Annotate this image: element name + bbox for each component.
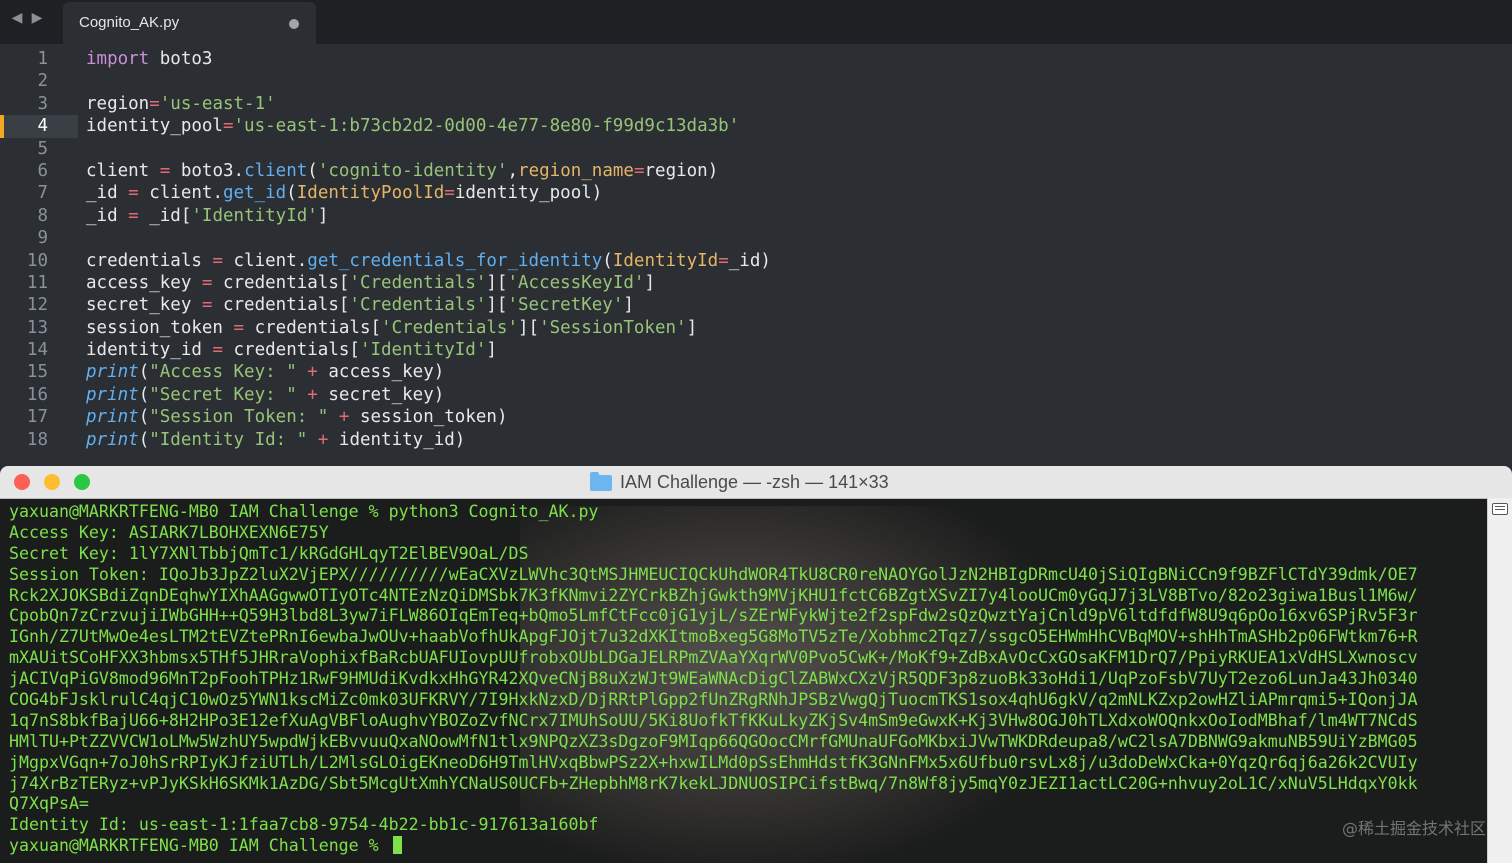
tab-title: Cognito_AK.py xyxy=(79,14,180,31)
terminal-line: mXAUitSCoHFXX3hbmsx5THf5JHRraVophixfBaRc… xyxy=(9,648,1418,668)
line-source[interactable]: print("Secret Key: " + secret_key) xyxy=(86,384,444,406)
terminal-line: 1q7nS8bkfBajU66+8H2HPo3E12efXuAgVBFloAug… xyxy=(9,710,1418,730)
terminal-title-text: IAM Challenge — -zsh — 141×33 xyxy=(620,472,889,492)
code-line[interactable]: 14 identity_id = credentials['IdentityId'… xyxy=(0,339,1512,361)
line-source[interactable]: print("Access Key: " + access_key) xyxy=(86,361,444,383)
terminal-line: Session Token: IQoJb3JpZ2luX2VjEPX//////… xyxy=(9,564,1418,584)
maximize-window-icon[interactable] xyxy=(74,474,90,490)
prompt-text: yaxuan@MARKRTFENG-MB0 IAM Challenge % xyxy=(9,836,389,856)
code-line[interactable]: 1 import boto3 xyxy=(0,48,1512,70)
terminal-line: yaxuan@MARKRTFENG-MB0 IAM Challenge % py… xyxy=(9,502,599,521)
terminal-output[interactable]: yaxuan@MARKRTFENG-MB0 IAM Challenge % py… xyxy=(9,502,1484,857)
line-number: 5 xyxy=(37,138,48,159)
tab-cognito-ak[interactable]: Cognito_AK.py xyxy=(63,2,316,44)
line-source[interactable]: identity_id = credentials['IdentityId'] xyxy=(86,339,497,361)
code-line[interactable]: 11 access_key = credentials['Credentials'… xyxy=(0,272,1512,294)
line-number: 4 xyxy=(37,116,48,137)
line-number: 3 xyxy=(37,93,48,114)
cursor xyxy=(392,836,402,855)
line-source[interactable]: access_key = credentials['Credentials'][… xyxy=(86,272,655,294)
terminal-prompt[interactable]: yaxuan@MARKRTFENG-MB0 IAM Challenge % xyxy=(9,836,1484,857)
code-line[interactable]: 4 identity_pool='us-east-1:b73cb2d2-0d00-… xyxy=(0,115,1512,138)
code-line[interactable]: 2 xyxy=(0,70,1512,92)
code-line[interactable]: 10 credentials = client.get_credentials_f… xyxy=(0,250,1512,272)
code-line[interactable]: 16 print("Secret Key: " + secret_key) xyxy=(0,384,1512,406)
nav-back-icon[interactable]: ◀ xyxy=(10,10,24,26)
line-number: 8 xyxy=(37,205,48,226)
terminal-window[interactable]: IAM Challenge — -zsh — 141×33 yaxuan@MAR… xyxy=(0,466,1512,863)
terminal-line: IGnh/Z7UtMwOe4esLTM2tEVZtePRnI6ewbaJwOUv… xyxy=(9,627,1418,647)
line-number: 18 xyxy=(26,429,48,450)
line-number: 13 xyxy=(26,317,48,338)
line-number: 11 xyxy=(26,272,48,293)
code-line[interactable]: 8 _id = _id['IdentityId'] xyxy=(0,205,1512,227)
code-line[interactable]: 18 print("Identity Id: " + identity_id) xyxy=(0,429,1512,451)
terminal-line: HMlTU+PtZZVVCW1oLMw5WzhUY5wpdWjkEBvvuuQx… xyxy=(9,731,1418,751)
code-line[interactable]: 12 secret_key = credentials['Credentials'… xyxy=(0,294,1512,316)
code-line[interactable]: 7 _id = client.get_id(IdentityPoolId=iden… xyxy=(0,182,1512,204)
line-source[interactable]: region='us-east-1' xyxy=(86,93,276,115)
code-line[interactable]: 13 session_token = credentials['Credentia… xyxy=(0,317,1512,339)
line-number: 10 xyxy=(26,250,48,271)
line-number: 17 xyxy=(26,407,48,428)
terminal-line: COG4bFJsklrulC4qjC10wOz5YWN1kscMiZc0mk03… xyxy=(9,690,1418,710)
line-number: 6 xyxy=(37,160,48,181)
line-source[interactable]: _id = client.get_id(IdentityPoolId=ident… xyxy=(86,182,602,204)
line-number: 7 xyxy=(37,183,48,204)
line-source[interactable]: print("Identity Id: " + identity_id) xyxy=(86,429,465,451)
watermark: @稀土掘金技术社区 xyxy=(1341,819,1486,838)
line-number: 1 xyxy=(37,49,48,69)
unsaved-indicator-icon[interactable] xyxy=(289,19,299,29)
line-number: 15 xyxy=(26,362,48,383)
line-source[interactable]: import boto3 xyxy=(86,48,212,70)
line-source[interactable]: _id = _id['IdentityId'] xyxy=(86,205,328,227)
terminal-line: jMgpxVGqn+7oJ0hSrRPIyKJfziUTLh/L2MlsGLOi… xyxy=(9,752,1418,772)
close-window-icon[interactable] xyxy=(14,474,30,490)
terminal-line: Rck2XJOKSBdiZqnDEqhwYIXhAAGgwwOTIyOTc4NT… xyxy=(9,585,1418,605)
line-source[interactable]: print("Session Token: " + session_token) xyxy=(86,406,508,428)
code-line[interactable]: 5 xyxy=(0,138,1512,160)
line-number: 14 xyxy=(26,340,48,361)
terminal-line: Access Key: ASIARK7LBOHXEXN6E75Y xyxy=(9,522,329,542)
scrollback-marker-icon[interactable] xyxy=(1492,503,1508,515)
tab-bar: ◀ ▶ Cognito_AK.py xyxy=(0,0,1512,44)
terminal-title: IAM Challenge — -zsh — 141×33 xyxy=(590,471,889,493)
line-source[interactable]: client = boto3.client('cognito-identity'… xyxy=(86,160,718,182)
minimize-window-icon[interactable] xyxy=(44,474,60,490)
code-area[interactable]: 1 import boto3 2 3 region='us-east-1' 4 identi… xyxy=(0,48,1512,451)
terminal-titlebar[interactable]: IAM Challenge — -zsh — 141×33 xyxy=(0,466,1512,499)
terminal-line: jACIVqPiGV8mod96MnT2pFoohTPHz1RwF9HMUdiK… xyxy=(9,669,1418,689)
folder-icon xyxy=(590,471,612,491)
line-number: 16 xyxy=(26,384,48,405)
terminal-scrollbar[interactable] xyxy=(1487,498,1512,863)
code-line[interactable]: 17 print("Session Token: " + session_toke… xyxy=(0,406,1512,428)
line-number: 12 xyxy=(26,295,48,316)
code-line[interactable]: 3 region='us-east-1' xyxy=(0,93,1512,115)
terminal-line: Q7XqPsA= xyxy=(9,794,89,814)
code-line[interactable]: 6 client = boto3.client('cognito-identity… xyxy=(0,160,1512,182)
line-number: 9 xyxy=(37,228,48,249)
line-source[interactable]: credentials = client.get_credentials_for… xyxy=(86,250,771,272)
terminal-line: Secret Key: 1lY7XNlTbbjQmTc1/kRGdGHLqyT2… xyxy=(9,543,529,563)
line-number: 2 xyxy=(37,71,48,92)
code-line[interactable]: 15 print("Access Key: " + access_key) xyxy=(0,361,1512,383)
terminal-line: CpobQn7zCrzvujiIWbGHH++Q59H3lbd8L3yw7iFL… xyxy=(9,606,1418,626)
code-line[interactable]: 9 xyxy=(0,227,1512,249)
line-source[interactable]: secret_key = credentials['Credentials'][… xyxy=(86,294,634,316)
line-source[interactable]: session_token = credentials['Credentials… xyxy=(86,317,697,339)
line-source[interactable]: identity_pool='us-east-1:b73cb2d2-0d00-4… xyxy=(86,115,739,137)
tab-navigation: ◀ ▶ xyxy=(10,10,44,26)
terminal-line: j74XrBzTERyz+vPJyKSkH6SKMk1AzDG/Sbt5McgU… xyxy=(9,773,1418,793)
terminal-line: Identity Id: us-east-1:1faa7cb8-9754-4b2… xyxy=(9,815,599,835)
nav-forward-icon[interactable]: ▶ xyxy=(30,10,44,26)
code-editor[interactable]: ◀ ▶ Cognito_AK.py 1 import boto3 2 3 region=… xyxy=(0,0,1512,466)
